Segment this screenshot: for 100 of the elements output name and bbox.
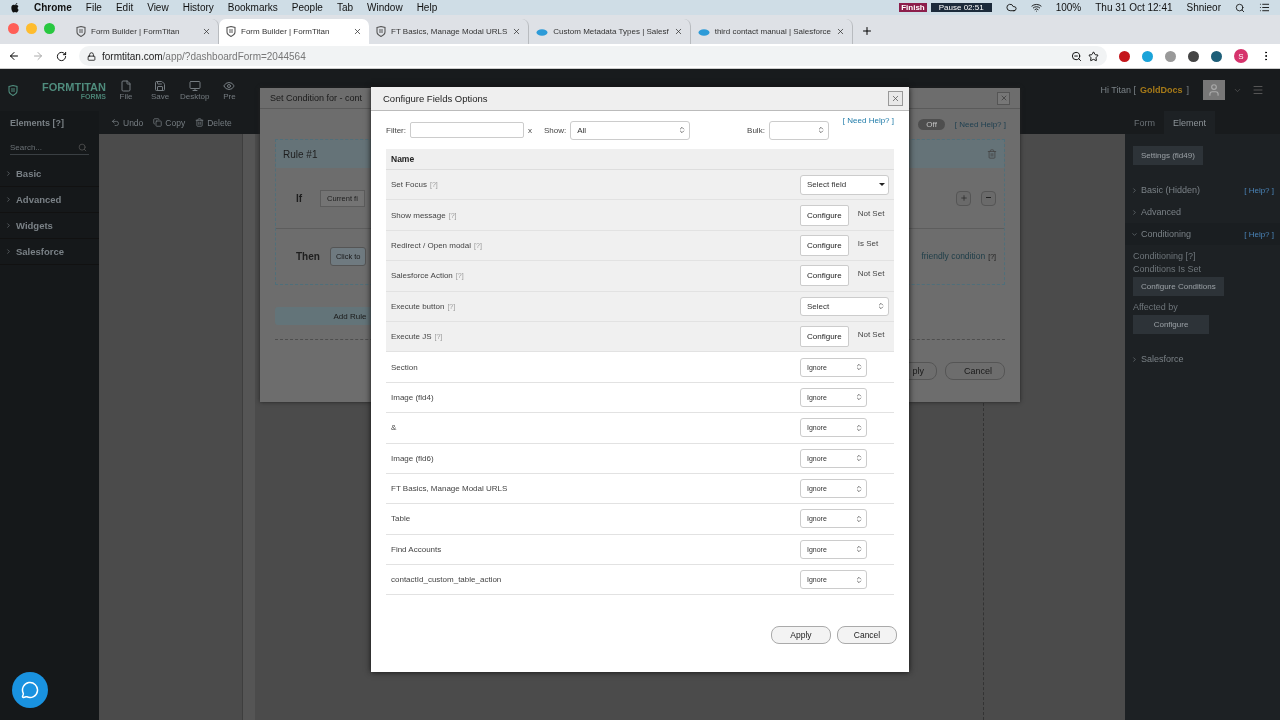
help-link[interactable]: [ Help? ] — [1244, 229, 1274, 239]
cloud-icon — [697, 27, 710, 36]
search-field[interactable]: Search... — [10, 140, 78, 154]
cloud-icon[interactable] — [1005, 2, 1017, 13]
toolbar-button[interactable]: Pre — [215, 79, 244, 101]
settings-button[interactable]: Settings (fld49) — [1133, 146, 1203, 165]
edit-tool[interactable]: Copy — [153, 117, 186, 128]
show-dropdown[interactable]: All — [570, 120, 691, 140]
configure-button[interactable]: Configure — [800, 326, 849, 348]
menu-clock[interactable]: Thu 31 Oct 12:41 — [1095, 2, 1173, 13]
section-header[interactable]: Advanced — [1125, 201, 1280, 223]
cancel-button[interactable]: Cancel — [837, 626, 897, 644]
shield-icon — [8, 84, 18, 96]
close-icon — [999, 94, 1008, 102]
app-menu[interactable]: Chrome — [34, 2, 72, 13]
greeting-text: Hi Titan [ — [1100, 85, 1136, 95]
menu-item[interactable]: Edit — [115, 2, 134, 13]
status-text: Not Set — [857, 208, 885, 218]
field-name: Execute JS — [391, 332, 432, 342]
wifi-icon[interactable] — [1030, 2, 1042, 13]
panel-tab[interactable]: Element — [1164, 111, 1216, 134]
field-name: Image (fld4) — [391, 392, 434, 402]
apply-button[interactable]: Apply — [771, 626, 831, 644]
configure-button[interactable]: Configure — [800, 204, 849, 226]
menu-item[interactable]: History — [182, 2, 214, 13]
updown-arrows-icon — [855, 484, 863, 493]
configure-button[interactable]: Configure — [800, 234, 849, 256]
menu-item[interactable]: People — [291, 2, 323, 13]
profile-avatar[interactable]: S — [1234, 49, 1248, 63]
zoom-icon[interactable] — [1071, 50, 1082, 62]
rule-title: Rule #1 — [283, 148, 318, 160]
eye-icon — [223, 79, 236, 92]
updown-arrows-icon — [855, 515, 863, 523]
apple-icon[interactable] — [10, 2, 20, 13]
show-label: Show: — [544, 125, 567, 135]
minus-icon — [986, 197, 991, 199]
help-link[interactable]: [ Help? ] — [1244, 185, 1274, 195]
close-icon[interactable] — [836, 27, 846, 36]
action-dropdown[interactable]: Select — [800, 296, 889, 316]
field-name: Table — [391, 514, 411, 524]
clear-filter-button[interactable]: x — [528, 125, 532, 135]
battery-level[interactable]: 100% — [1055, 2, 1082, 13]
close-button[interactable] — [888, 91, 903, 106]
star-icon[interactable] — [1088, 50, 1099, 62]
shield-icon — [76, 26, 86, 37]
extension-icon[interactable] — [1188, 50, 1199, 62]
field-name: Section — [391, 362, 418, 372]
extension-icon[interactable] — [1119, 50, 1130, 62]
section-title: Basic (Hidden) — [1141, 185, 1201, 195]
toolbar-button[interactable]: Save — [146, 79, 174, 101]
close-icon[interactable] — [512, 27, 522, 36]
caret-icon — [879, 182, 885, 187]
pause-button[interactable]: Pause 02:51 — [930, 3, 992, 12]
configure-button[interactable]: Configure — [1133, 315, 1209, 334]
org-name: GoldDocs — [1139, 85, 1183, 95]
chevron-icon — [1131, 208, 1138, 216]
dialog-title: Set Condition for - cont — [270, 93, 363, 103]
help-link[interactable]: [ Need Help? ] — [842, 116, 894, 125]
greeting-bracket: ] — [1186, 85, 1189, 95]
menu-item[interactable]: Tab — [336, 2, 354, 13]
field-name: Show message — [391, 210, 446, 220]
menu-item[interactable]: File — [85, 2, 102, 13]
filter-field[interactable] — [410, 122, 524, 138]
section-header[interactable]: Basic (Hidden) [ Help? ] — [1125, 179, 1280, 201]
field-dropdown[interactable]: Select field — [800, 174, 889, 195]
search-icon[interactable] — [1235, 2, 1245, 13]
menu-item[interactable]: Window — [367, 2, 403, 13]
section-title: Salesforce — [1141, 354, 1184, 364]
panel-tab[interactable]: Form — [1125, 111, 1164, 134]
address-bar[interactable]: formtitan.com/app/?dashboardForm=2044564 — [79, 46, 1107, 66]
toolbar-button[interactable]: File — [112, 79, 140, 101]
menu-item[interactable]: View — [147, 2, 169, 13]
list-icon[interactable] — [1259, 2, 1270, 13]
menu-item[interactable]: Bookmarks — [227, 2, 278, 13]
chevron-icon — [1131, 186, 1138, 194]
configure-button[interactable]: Configure — [800, 265, 849, 287]
reload-icon[interactable] — [56, 50, 67, 62]
close-icon[interactable] — [353, 27, 362, 36]
chevron-icon — [1131, 355, 1138, 363]
close-icon[interactable] — [673, 27, 683, 36]
chevron-icon — [5, 196, 12, 203]
extension-icon[interactable] — [1211, 50, 1222, 62]
updown-arrows-icon — [855, 454, 863, 463]
updown-arrows-icon — [855, 545, 863, 554]
status-text: Not Set — [857, 330, 885, 340]
configure-conditions-button[interactable]: Configure Conditions — [1133, 277, 1224, 296]
finish-button[interactable]: Finish — [899, 3, 927, 12]
back-icon[interactable] — [8, 50, 20, 62]
section-header[interactable]: Salesforce — [1125, 348, 1280, 370]
edit-tool[interactable]: Undo — [111, 117, 144, 128]
browser-tab[interactable]: Form Builder | FormTitan — [219, 19, 369, 44]
toolbar-button[interactable]: Desktop — [180, 79, 210, 101]
close-icon[interactable] — [202, 27, 211, 36]
toggle-switch[interactable]: Off — [918, 118, 945, 130]
shield-icon — [226, 26, 236, 37]
edit-tool[interactable]: Delete — [195, 117, 232, 128]
new-tab-icon[interactable] — [861, 25, 874, 37]
bulk-label: Bulk: — [747, 125, 765, 135]
user-name[interactable]: Shnieor — [1186, 2, 1221, 13]
menu-item[interactable]: Help — [416, 2, 438, 13]
